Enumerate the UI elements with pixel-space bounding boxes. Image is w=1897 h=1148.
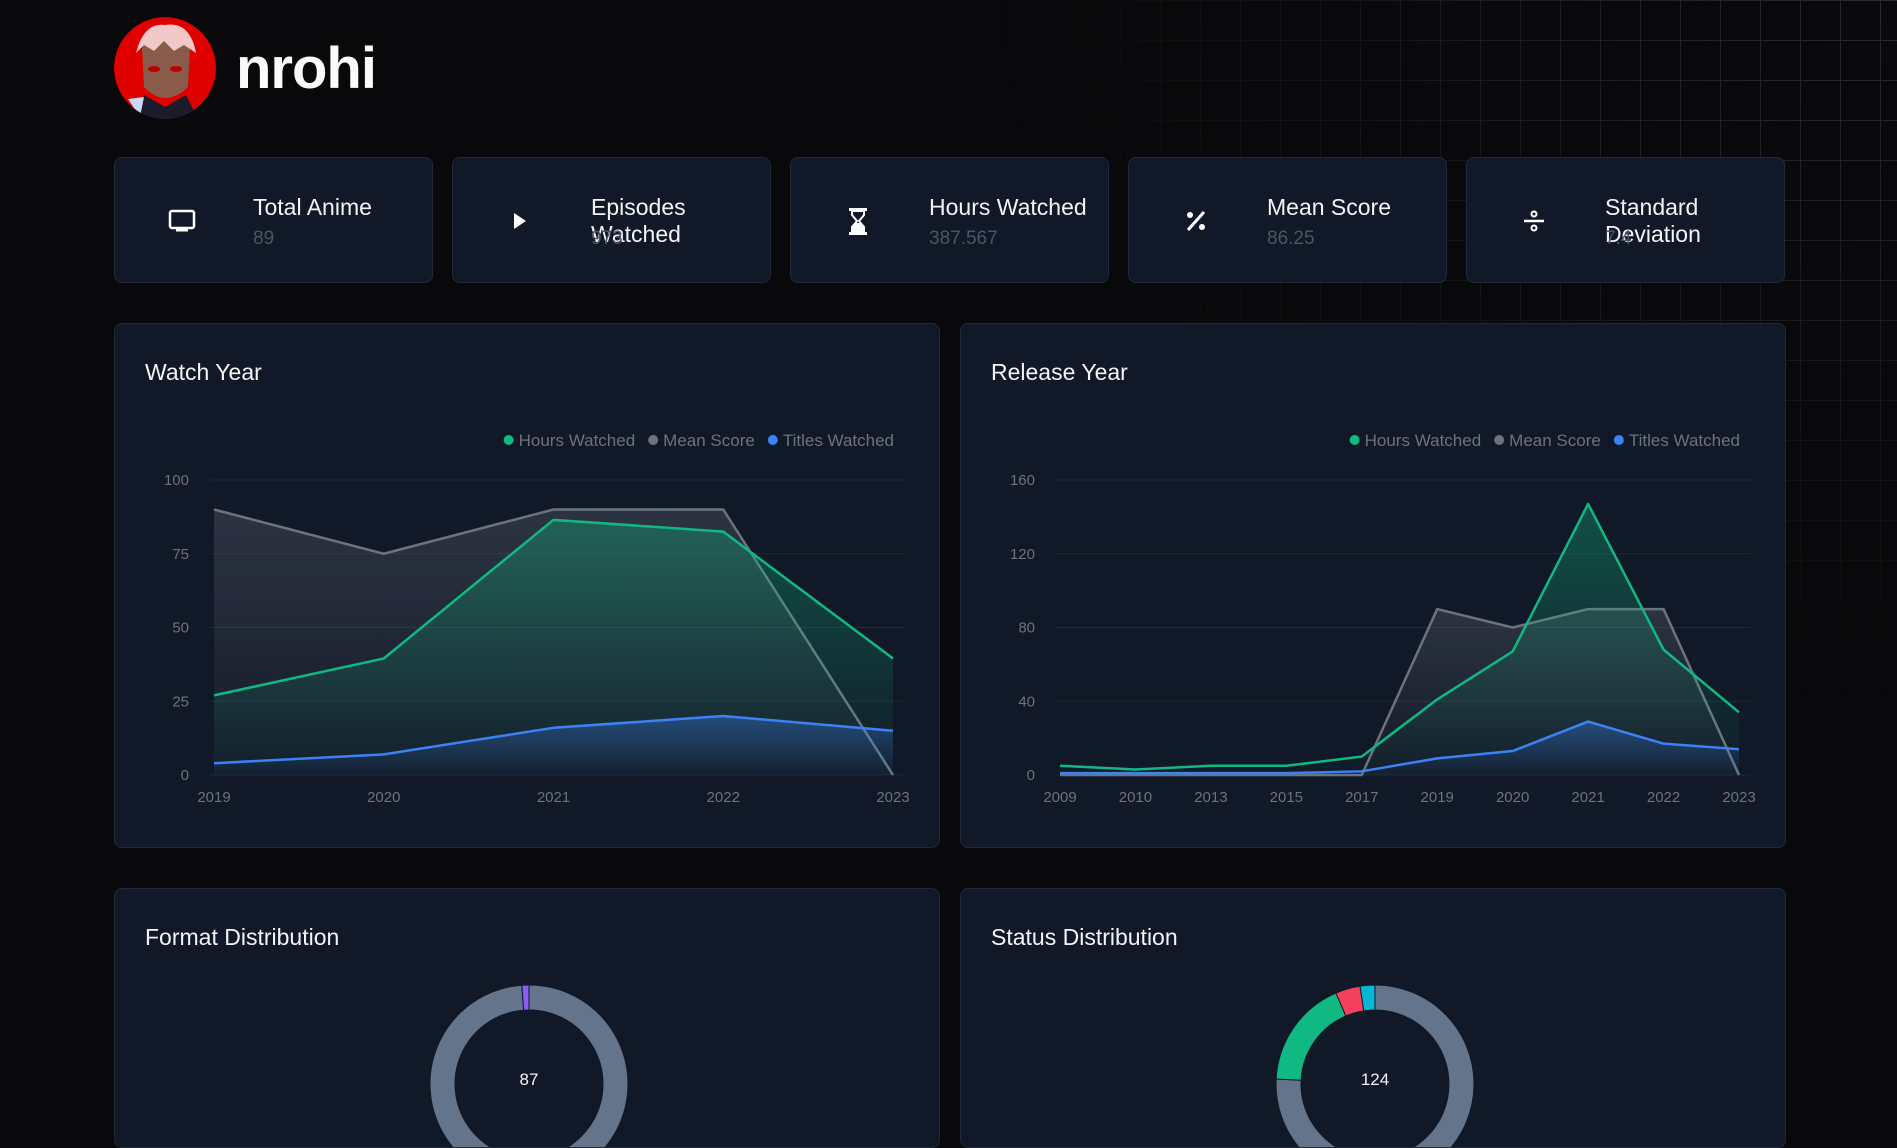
monitor-icon	[168, 209, 196, 232]
legend-label: Titles Watched	[783, 431, 894, 450]
legend-titles-dot	[1613, 435, 1624, 445]
hourglass-icon	[849, 208, 867, 235]
stat-card-hours-watched: Hours Watched 387.567	[790, 157, 1109, 283]
legend-label: Mean Score	[1509, 431, 1601, 450]
stat-card-total-anime: Total Anime 89	[114, 157, 433, 283]
avatar	[114, 17, 216, 119]
legend-hours-dot	[1349, 435, 1360, 445]
x-tick-label: 2017	[1345, 789, 1378, 806]
stat-card-mean-score: Mean Score 86.25	[1128, 157, 1447, 283]
stat-label: Hours Watched	[929, 194, 1087, 220]
y-tick-label: 80	[1018, 620, 1035, 637]
x-tick-label: 2013	[1194, 789, 1227, 806]
percent-icon	[1186, 211, 1206, 231]
watch-year-card: 0 25 50 75 100 2019 2020 2021 2022 2023 Titles Wat…	[114, 323, 940, 848]
x-tick-label: 2009	[1043, 789, 1076, 806]
stat-value: 973	[591, 228, 623, 249]
x-tick-label: 2023	[876, 789, 909, 806]
stat-label: Total Anime	[253, 194, 372, 220]
stat-label: Standard Deviation	[1605, 194, 1701, 247]
watch-year-chart: 0 25 50 75 100 2019 2020 2021 2022 2023 Titles Wat…	[164, 431, 910, 806]
y-tick-label: 0	[1027, 767, 1035, 784]
legend: Titles Watched Mean Score Hours Watched	[503, 431, 894, 450]
format-distribution-card: 87 Format Distribution	[114, 888, 940, 1148]
release-year-chart: 0 40 80 120 160 2009 2010 2013 2015 2017 2019 2020 2…	[1010, 431, 1756, 806]
card-title: Status Distribution	[991, 924, 1178, 950]
x-tick-label: 2021	[537, 789, 570, 806]
stat-value: 7.4	[1605, 228, 1632, 249]
stat-value: 89	[253, 228, 275, 249]
x-tick-label: 2023	[1722, 789, 1755, 806]
y-tick-label: 25	[172, 693, 189, 710]
y-tick-label: 75	[172, 546, 189, 563]
y-tick-label: 160	[1010, 472, 1035, 489]
donut-slice	[1275, 992, 1347, 1081]
profile-header: nrohi	[114, 17, 377, 119]
legend-label: Hours Watched	[519, 431, 636, 450]
card-title: Release Year	[991, 359, 1128, 385]
x-tick-label: 2022	[707, 789, 740, 806]
x-tick-label: 2022	[1647, 789, 1680, 806]
hours-area	[1060, 503, 1739, 775]
username: nrohi	[236, 35, 377, 101]
stat-card-episodes-watched: Episodes Watched 973	[452, 157, 771, 283]
stat-value: 86.25	[1267, 228, 1315, 249]
card-title: Format Distribution	[145, 924, 340, 950]
y-tick-label: 0	[181, 767, 189, 784]
legend-titles-dot	[767, 435, 778, 445]
y-tick-label: 40	[1018, 693, 1035, 710]
status-distribution-card: 124 Status Distribution	[960, 888, 1786, 1148]
x-tick-label: 2019	[1421, 789, 1454, 806]
x-tick-label: 2015	[1270, 789, 1303, 806]
y-tick-label: 100	[164, 472, 189, 489]
legend-label: Titles Watched	[1629, 431, 1740, 450]
stat-label: Mean Score	[1267, 194, 1392, 220]
legend-mean-dot	[648, 435, 659, 445]
card-title: Watch Year	[145, 359, 262, 385]
x-tick-label: 2021	[1571, 789, 1604, 806]
release-year-card: 0 40 80 120 160 2009 2010 2013 2015 2017 2019 2020 2…	[960, 323, 1786, 848]
x-tick-label: 2019	[197, 789, 230, 806]
play-icon	[514, 213, 526, 229]
donut-slice	[521, 984, 530, 1011]
stat-card-standard-deviation: Standard Deviation 7.4	[1466, 157, 1785, 283]
x-tick-label: 2020	[367, 789, 400, 806]
y-tick-label: 50	[172, 620, 189, 637]
legend: Titles Watched Mean Score Hours Watched	[1349, 431, 1740, 450]
legend-mean-dot	[1494, 435, 1505, 445]
divide-icon	[1524, 210, 1544, 232]
x-tick-label: 2020	[1496, 789, 1529, 806]
legend-hours-dot	[503, 435, 514, 445]
legend-label: Hours Watched	[1365, 431, 1482, 450]
y-tick-label: 120	[1010, 546, 1035, 563]
legend-label: Mean Score	[663, 431, 755, 450]
x-tick-label: 2010	[1119, 789, 1152, 806]
stat-value: 387.567	[929, 228, 998, 249]
